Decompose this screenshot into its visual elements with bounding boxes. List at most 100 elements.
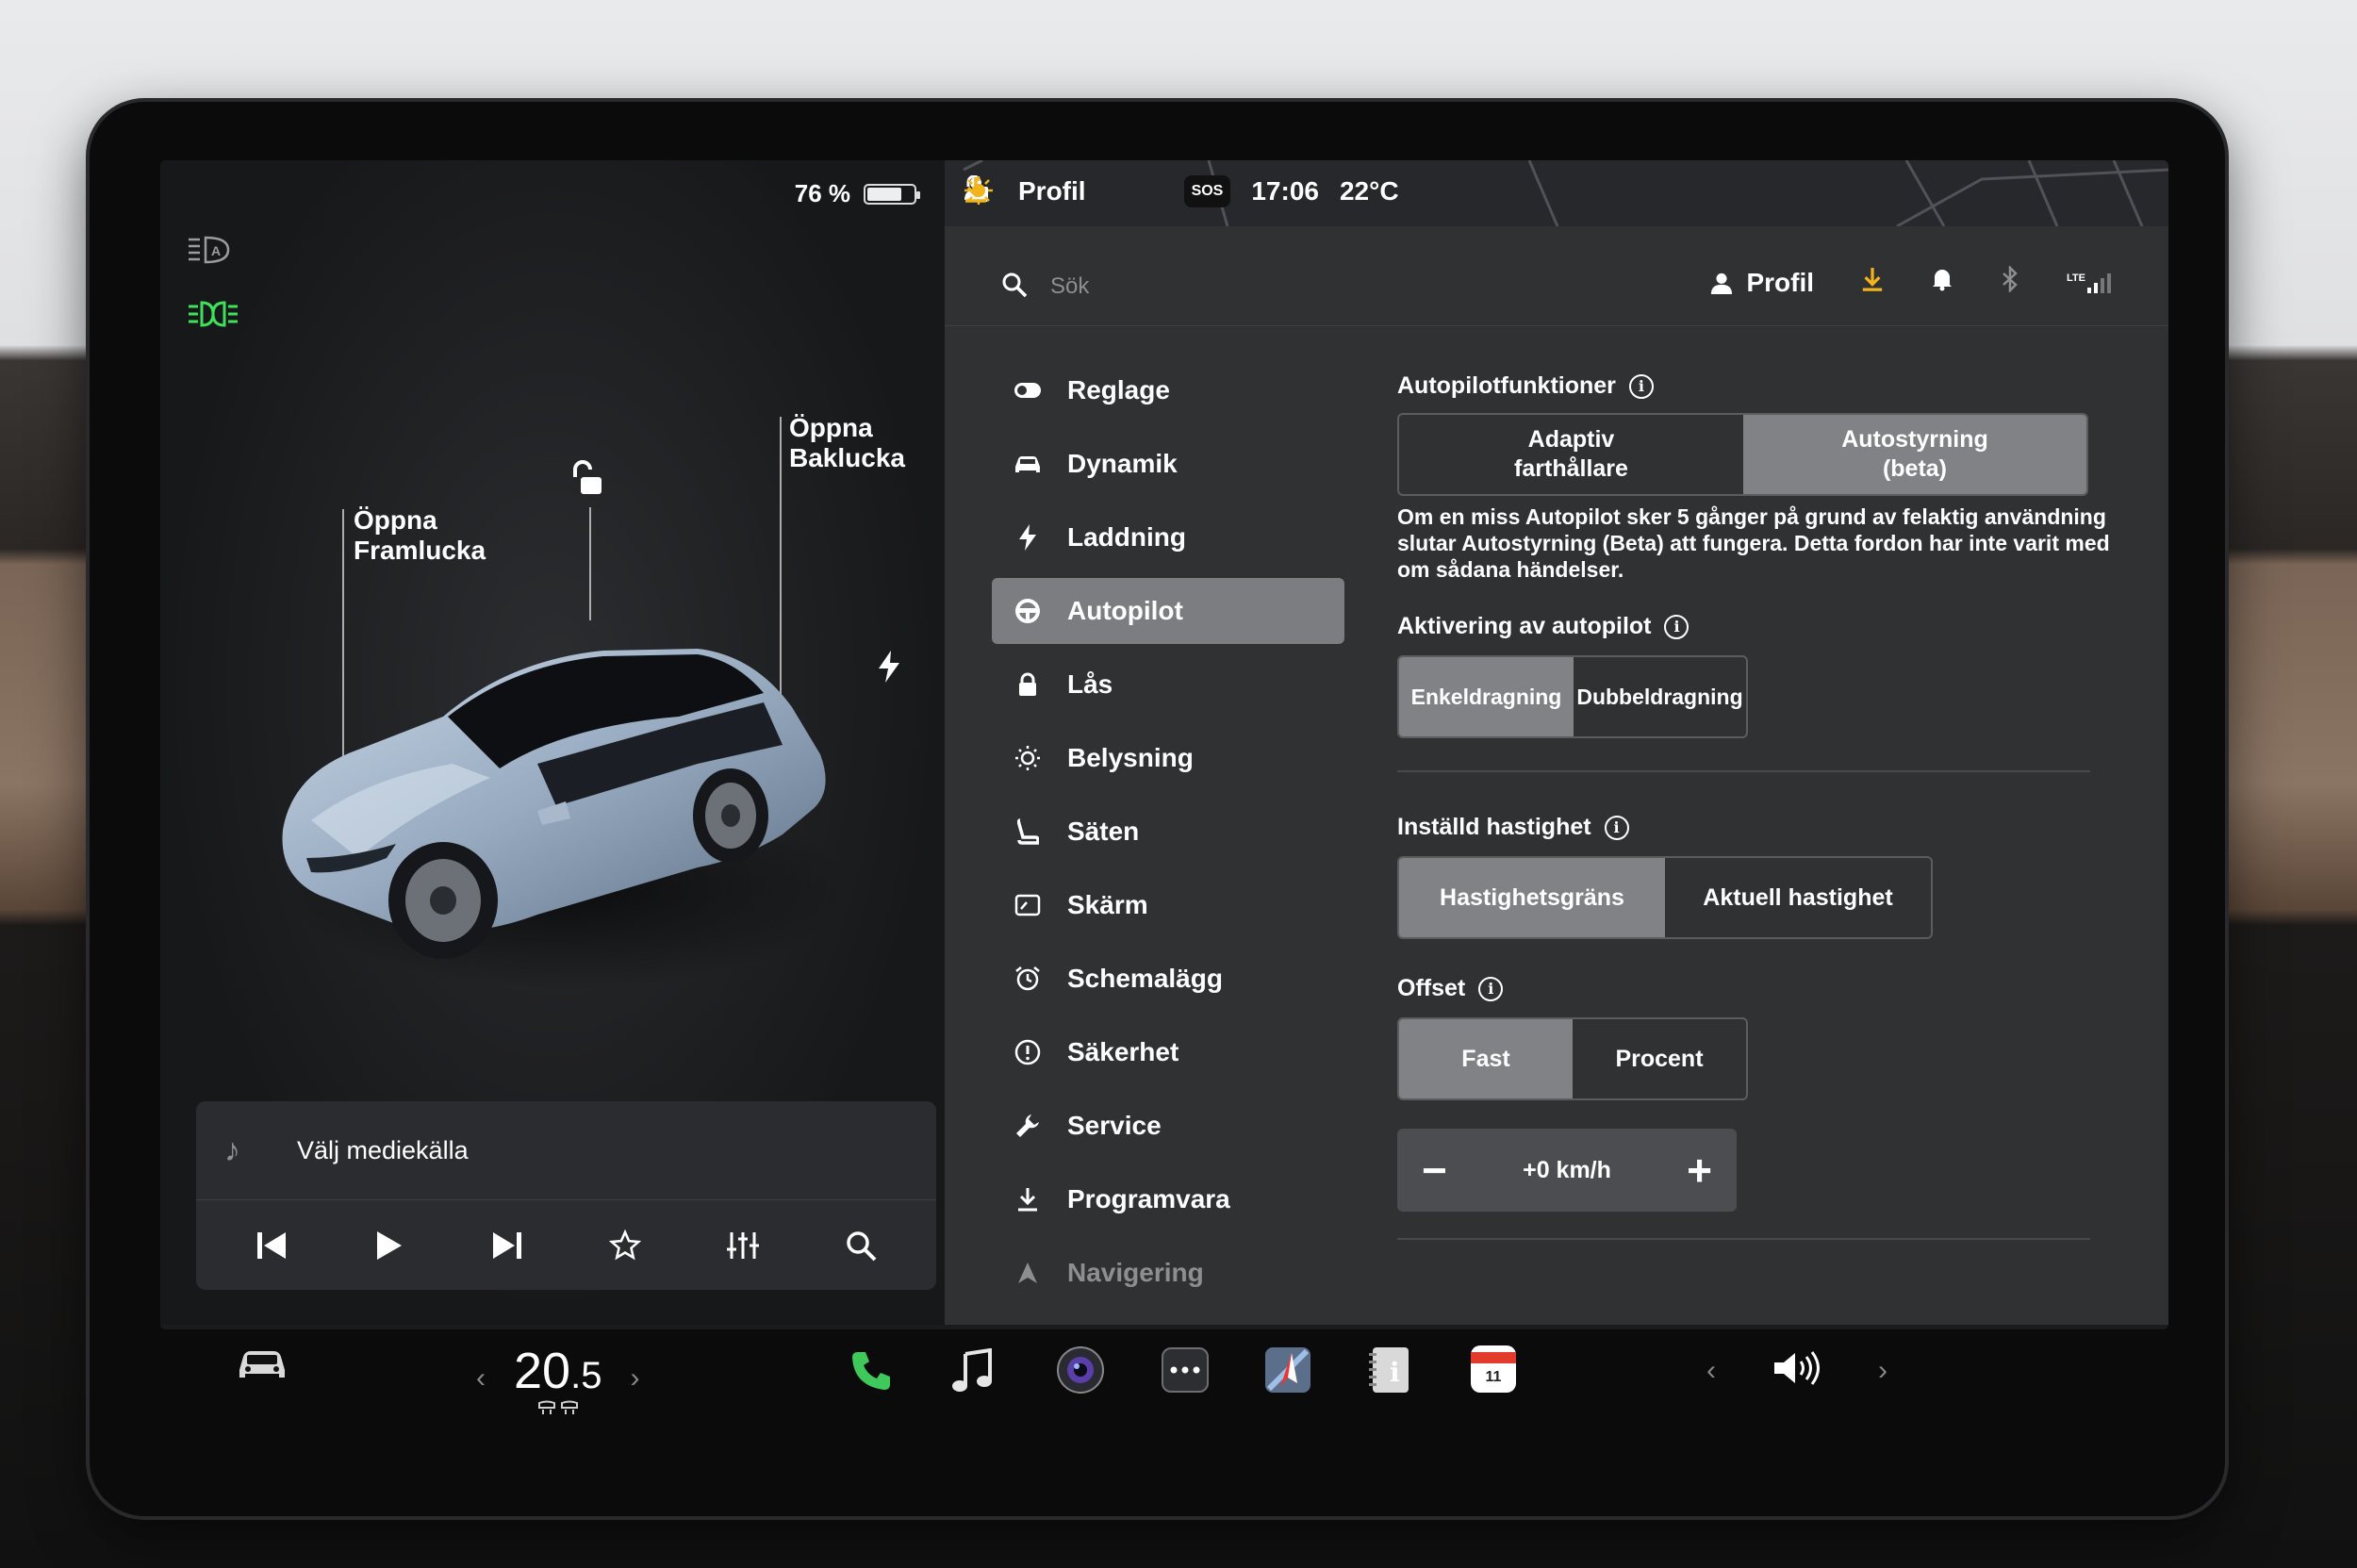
lte-signal-icon: LTE (2067, 272, 2112, 293)
nav-item-1[interactable]: Dynamik (992, 427, 1345, 501)
nav-item-10[interactable]: Service (992, 1089, 1345, 1163)
increase-offset-button[interactable]: + (1687, 1148, 1712, 1192)
search-input[interactable]: Sök (1050, 273, 1089, 300)
section-divider (1397, 770, 2090, 772)
navigation-icon (1013, 1258, 1043, 1288)
info-icon[interactable]: i (1664, 614, 1689, 639)
navigation-app-icon[interactable] (1263, 1345, 1312, 1395)
fixed-offset-option[interactable]: Fast (1399, 1019, 1573, 1098)
nav-item-8[interactable]: Schemalägg (992, 942, 1345, 1015)
music-icon[interactable] (952, 1348, 994, 1394)
decrease-offset-button[interactable]: − (1422, 1148, 1447, 1192)
settings-header: Sök Profil LTE (945, 243, 2168, 326)
temperature-down-icon[interactable]: ‹ (476, 1362, 486, 1395)
nav-item-11[interactable]: Programvara (992, 1163, 1345, 1236)
nav-item-label: Laddning (1067, 522, 1186, 552)
svg-text:i: i (1390, 1357, 1400, 1388)
charge-port-icon[interactable] (877, 651, 901, 690)
calendar-icon[interactable]: 11 (1471, 1345, 1516, 1393)
single-pull-option[interactable]: Enkeldragning (1399, 657, 1574, 736)
nav-item-4[interactable]: Lås (992, 648, 1345, 721)
phone-icon[interactable] (849, 1348, 894, 1394)
outside-temperature: 22°C (964, 176, 1399, 206)
front-trunk-label[interactable]: Öppna Framlucka (354, 505, 486, 566)
adaptive-cruise-option[interactable]: Adaptiv farthållare (1399, 415, 1743, 494)
nav-item-0[interactable]: Reglage (992, 354, 1345, 427)
autosteer-option[interactable]: Autostyrning (beta) (1743, 415, 2086, 494)
bottom-dock: ‹ 20.5 › i 11 ‹ › (160, 1325, 2168, 1428)
car-model-illustration (282, 649, 849, 990)
media-controls (196, 1200, 936, 1290)
play-icon[interactable] (361, 1217, 418, 1274)
info-icon[interactable]: i (1604, 815, 1629, 840)
nav-item-6[interactable]: Säten (992, 795, 1345, 868)
cabin-temperature[interactable]: 20.5 (514, 1342, 602, 1400)
percent-offset-option[interactable]: Procent (1573, 1019, 1746, 1098)
info-icon[interactable]: i (1478, 976, 1504, 1001)
steering-wheel-icon (1013, 596, 1043, 626)
equalizer-icon[interactable] (715, 1217, 771, 1274)
nav-item-3[interactable]: Autopilot (992, 578, 1344, 644)
auto-headlights-icon: A (187, 234, 232, 273)
section-divider (1397, 1238, 2090, 1240)
autopilot-activation-title: Aktivering av autopilot i (1397, 613, 2133, 640)
offset-type-selector: Fast Procent (1397, 1017, 1748, 1100)
more-apps-icon[interactable] (1162, 1347, 1209, 1393)
car-status-panel: 76 % A Öppna Framlucka Öppna Baklucka ♪ … (160, 160, 945, 1325)
cabin-temperature-control: ‹ 20.5 › (476, 1342, 639, 1415)
current-speed-option[interactable]: Aktuell hastighet (1665, 858, 1931, 937)
rear-trunk-label[interactable]: Öppna Baklucka (789, 413, 905, 473)
battery-status: 76 % (795, 179, 920, 208)
camera-icon[interactable] (1056, 1345, 1105, 1395)
previous-icon[interactable] (243, 1217, 300, 1274)
search-icon[interactable] (1001, 272, 1028, 303)
touchscreen: 76 % A Öppna Framlucka Öppna Baklucka ♪ … (160, 160, 2168, 1329)
car-icon[interactable] (236, 1345, 288, 1383)
double-pull-option[interactable]: Dubbeldragning (1574, 657, 1746, 736)
bolt-icon (1013, 522, 1043, 553)
profile-button[interactable]: Profil (1710, 268, 1814, 298)
topbar-profile[interactable]: Profil (964, 176, 1086, 206)
media-player: ♪ Välj mediekälla (196, 1101, 936, 1290)
nav-item-12[interactable]: Navigering (992, 1236, 1345, 1310)
volume-up-icon[interactable]: › (1878, 1355, 1887, 1387)
nav-item-5[interactable]: Belysning (992, 721, 1345, 795)
media-search-icon[interactable] (832, 1217, 889, 1274)
speaker-icon[interactable] (1772, 1349, 1821, 1392)
notification-bell-icon[interactable] (1931, 267, 1953, 298)
set-speed-selector: Hastighetsgräns Aktuell hastighet (1397, 856, 1933, 939)
car-icon (1013, 449, 1043, 479)
sun-icon (964, 176, 993, 205)
nav-item-label: Autopilot (1067, 596, 1183, 625)
nav-item-label: Navigering (1067, 1258, 1204, 1287)
nav-item-2[interactable]: Laddning (992, 501, 1345, 574)
unlock-icon[interactable] (568, 460, 605, 503)
temperature-up-icon[interactable]: › (630, 1362, 639, 1395)
media-source-row[interactable]: ♪ Välj mediekälla (196, 1101, 936, 1200)
alert-icon (1013, 1037, 1043, 1067)
lock-icon (1013, 669, 1043, 700)
autopilot-settings: Autopilotfunktioner i Adaptiv farthållar… (1397, 372, 2133, 1240)
seat-heater-icon (537, 1400, 578, 1414)
volume-down-icon[interactable]: ‹ (1706, 1355, 1716, 1387)
nav-item-7[interactable]: Skärm (992, 868, 1345, 942)
next-icon[interactable] (479, 1217, 536, 1274)
bluetooth-icon[interactable] (2001, 264, 2019, 299)
nav-item-label: Säkerhet (1067, 1037, 1179, 1066)
parking-lights-icon (187, 300, 239, 336)
software-update-icon[interactable] (1861, 266, 1884, 299)
manual-icon[interactable]: i (1369, 1345, 1410, 1395)
map-preview-strip[interactable]: Profil SOS 17:06 22°C (945, 160, 2168, 226)
info-icon[interactable]: i (1628, 373, 1654, 399)
settings-panel: Profil SOS 17:06 22°C Sök Profil LTE Reg… (945, 160, 2168, 1325)
battery-icon (864, 183, 920, 205)
nav-item-9[interactable]: Säkerhet (992, 1015, 1345, 1089)
media-source-label: Välj mediekälla (297, 1135, 469, 1164)
speed-limit-option[interactable]: Hastighetsgräns (1399, 858, 1665, 937)
star-icon[interactable] (597, 1217, 653, 1274)
svg-text:A: A (211, 243, 221, 258)
sos-button[interactable]: SOS (1183, 175, 1231, 207)
alarm-icon (1013, 964, 1043, 994)
nav-item-label: Dynamik (1067, 449, 1178, 478)
battery-level-fill (867, 187, 902, 201)
